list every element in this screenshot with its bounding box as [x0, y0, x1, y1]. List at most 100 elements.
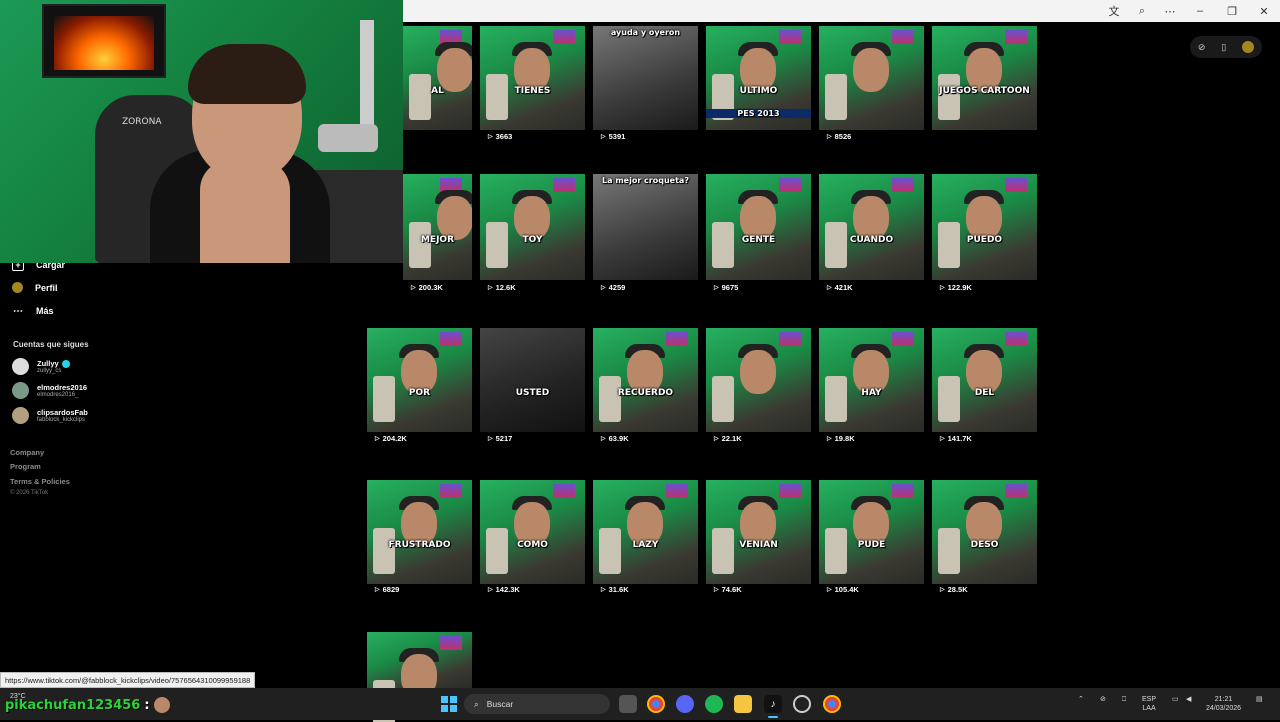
chrome-icon[interactable]: [647, 695, 665, 713]
play-icon: ▷: [488, 436, 493, 442]
translate-icon[interactable]: 文: [1100, 0, 1128, 22]
video-thumbnail: [932, 174, 1037, 280]
video-tile[interactable]: ULTIMO PES 2013: [706, 26, 811, 146]
video-thumbnail: [932, 328, 1037, 432]
video-tile[interactable]: ▷ 8526: [819, 26, 924, 146]
video-thumbnail: [819, 26, 924, 130]
discord-icon[interactable]: [676, 695, 694, 713]
zoom-icon[interactable]: ⌕: [1128, 0, 1156, 22]
video-thumbnail: [367, 328, 472, 432]
video-thumbnail: [706, 480, 811, 584]
video-caption-word: PUDE: [857, 540, 886, 550]
view-count: ▷ 74.6K: [714, 585, 742, 594]
extension-icon[interactable]: ⊘: [1198, 42, 1206, 53]
view-count: ▷ 105.4K: [827, 585, 859, 594]
video-tile[interactable]: TOY ▷ 12.6K: [480, 174, 585, 297]
video-tile[interactable]: ▷ 22.1K: [706, 328, 811, 448]
video-tile[interactable]: JUEGOS CARTOON: [932, 26, 1037, 146]
video-thumbnail: [367, 480, 472, 584]
account-name: Zullyy: [37, 359, 59, 368]
video-tile[interactable]: La mejor croqueta? ▷ 4259: [593, 174, 698, 297]
video-tile[interactable]: PUEDO ▷ 122.9K: [932, 174, 1037, 297]
network-off-icon[interactable]: ⊘: [1100, 695, 1106, 704]
notification-icon[interactable]: ▤: [1256, 695, 1263, 704]
chat-username: pikachufan123456: [5, 697, 141, 713]
tiktok-icon[interactable]: ♪: [764, 695, 782, 713]
view-count: ▷ 122.9K: [940, 283, 972, 292]
display-icon[interactable]: ▭: [1172, 695, 1179, 704]
video-tile[interactable]: DESO ▷ 28.5K: [932, 480, 1037, 599]
tray-chevron-icon[interactable]: ⌃: [1078, 695, 1084, 704]
avatar-icon[interactable]: [1242, 41, 1255, 53]
chat-colon: :: [144, 697, 150, 713]
video-tile[interactable]: VENIAN ▷ 74.6K: [706, 480, 811, 599]
following-account[interactable]: clipsardosFab fabblock_kickclips: [12, 407, 88, 424]
video-caption-word: HAY: [861, 388, 882, 398]
play-icon: ▷: [601, 587, 606, 593]
view-count: ▷ 9675: [714, 283, 739, 292]
windows-start-icon[interactable]: [440, 695, 458, 713]
video-tile[interactable]: USTED ▷ 5217: [480, 328, 585, 448]
video-caption-word: AL: [431, 86, 444, 96]
menu-dots-icon[interactable]: ⋯: [1156, 0, 1184, 22]
view-count: ▷ 5217: [488, 434, 513, 443]
video-thumbnail: [403, 26, 472, 130]
language-indicator[interactable]: ESP LAA: [1142, 695, 1156, 713]
video-tile[interactable]: FRUSTRADO ▷ 6829: [367, 480, 472, 599]
view-count: ▷ 22.1K: [714, 434, 742, 443]
clock[interactable]: 21:21 24/03/2026: [1206, 695, 1241, 713]
minimize-button[interactable]: –: [1184, 0, 1216, 22]
video-thumbnail: [706, 174, 811, 280]
video-thumbnail: [932, 26, 1037, 130]
sidebar-item-profile[interactable]: Perfil: [12, 282, 58, 293]
browser-toolbar: 文 ⌕ ⋯ – ❐ ✕: [403, 0, 1280, 22]
play-icon: ▷: [827, 285, 832, 291]
following-account[interactable]: elmodres2016 elmodres2016_: [12, 382, 87, 399]
video-caption-word: DEL: [974, 388, 995, 398]
video-tile[interactable]: COMO ▷ 142.3K: [480, 480, 585, 599]
footer-link-program[interactable]: Program: [10, 462, 41, 471]
play-icon: ▷: [940, 285, 945, 291]
video-tile[interactable]: TIENES ▷ 3663: [480, 26, 585, 146]
chrome-profile-icon[interactable]: [823, 695, 841, 713]
video-tile[interactable]: MEJOR ▷ 200.3K: [403, 174, 472, 297]
following-account[interactable]: Zullyy zullyy_cs: [12, 358, 70, 375]
video-tile[interactable]: RECUERDO ▷ 63.9K: [593, 328, 698, 448]
play-icon: ▷: [714, 285, 719, 291]
task-view-icon[interactable]: [619, 695, 637, 713]
video-tile[interactable]: DEL ▷ 141.7K: [932, 328, 1037, 448]
microphone-icon[interactable]: ⎕: [1122, 695, 1126, 704]
spotify-icon[interactable]: [705, 695, 723, 713]
footer-link-company[interactable]: Company: [10, 448, 44, 457]
video-tile[interactable]: LAZY ▷ 31.6K: [593, 480, 698, 599]
close-window-button[interactable]: ✕: [1248, 0, 1280, 22]
video-tile[interactable]: ayuda y oyeron ▷ 5391: [593, 26, 698, 146]
volume-icon[interactable]: ◀: [1186, 695, 1191, 704]
video-tile[interactable]: AL: [403, 26, 472, 146]
video-tile[interactable]: HAY ▷ 19.8K: [819, 328, 924, 448]
video-thumbnail: [403, 174, 472, 280]
restore-button[interactable]: ❐: [1216, 0, 1248, 22]
view-count: ▷ 5391: [601, 132, 626, 141]
view-count: ▷ 31.6K: [601, 585, 629, 594]
steam-icon[interactable]: [793, 695, 811, 713]
phone-icon[interactable]: ▯: [1221, 42, 1226, 53]
video-tile[interactable]: CUANDO ▷ 421K: [819, 174, 924, 297]
footer-link-terms[interactable]: Terms & Policies: [10, 477, 70, 486]
sidebar-item-more[interactable]: ⋯ Más: [12, 305, 54, 317]
taskbar-search[interactable]: ⌕ Buscar: [464, 694, 610, 714]
video-thumbnail: [819, 480, 924, 584]
verified-icon: [61, 359, 70, 368]
extension-toolbar: ⊘ ▯: [1190, 36, 1262, 58]
webcam-overlay: ZORONA: [0, 0, 403, 263]
video-caption-word: PUEDO: [966, 235, 1003, 245]
view-count: ▷ 19.8K: [827, 434, 855, 443]
video-tile[interactable]: PUDE ▷ 105.4K: [819, 480, 924, 599]
file-explorer-icon[interactable]: [734, 695, 752, 713]
tv-fireplace: [42, 4, 166, 78]
video-caption-word: TIENES: [514, 86, 551, 96]
view-count: ▷ 4259: [601, 283, 626, 292]
video-tile[interactable]: GENTE ▷ 9675: [706, 174, 811, 297]
video-tile[interactable]: POR ▷ 204.2K: [367, 328, 472, 448]
view-count: ▷ 6829: [375, 585, 400, 594]
